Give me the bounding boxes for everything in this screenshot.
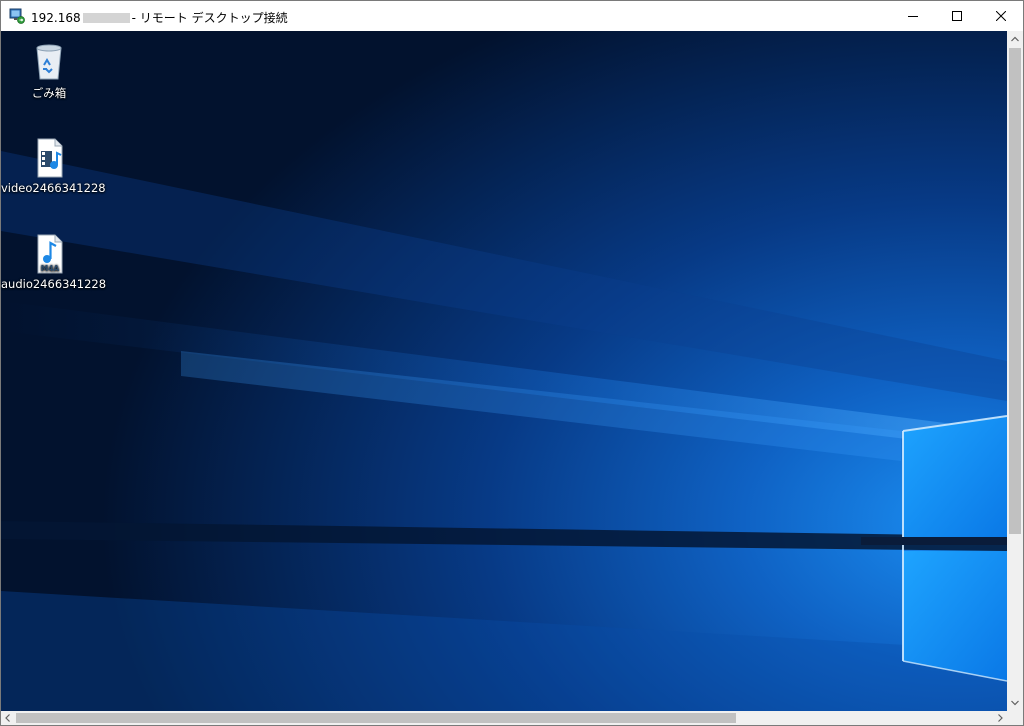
m4a-audio-file-icon: M4A — [37, 234, 63, 274]
video-file-icon — [37, 138, 63, 178]
horizontal-scrollbar[interactable] — [1, 711, 1007, 725]
scrollbar-corner — [1007, 711, 1023, 725]
redacted-address — [82, 13, 130, 23]
scroll-up-icon[interactable] — [1007, 31, 1023, 47]
remote-desktop-view[interactable]: ごみ箱 video2466341228 M4A audio2466341228 — [1, 31, 1007, 711]
desktop-icon-audio-file[interactable]: M4A audio2466341228 — [1, 231, 107, 291]
m4a-badge: M4A — [41, 264, 60, 273]
title-bar[interactable]: 192.168 - リモート デスクトップ接続 — [1, 1, 1023, 31]
scroll-right-icon[interactable] — [993, 711, 1007, 725]
desktop-icon-label: ごみ箱 — [31, 86, 67, 100]
remote-desktop-window: 192.168 - リモート デスクトップ接続 ごみ箱 video24663412… — [0, 0, 1024, 726]
recycle-bin-icon — [36, 44, 62, 80]
minimize-button[interactable] — [890, 1, 936, 31]
scroll-left-icon[interactable] — [1, 711, 15, 725]
vertical-scrollbar[interactable] — [1007, 31, 1023, 711]
desktop-icon-label: audio2466341228 — [1, 277, 107, 291]
title-host: 192.168 — [31, 11, 81, 25]
close-icon — [996, 11, 1006, 21]
horizontal-scroll-thumb[interactable] — [16, 713, 736, 723]
maximize-icon — [952, 11, 962, 21]
scroll-down-icon[interactable] — [1007, 695, 1023, 711]
vertical-scroll-thumb[interactable] — [1009, 48, 1021, 534]
desktop-icon-label: video2466341228 — [1, 181, 106, 195]
desktop-icon-recycle-bin[interactable]: ごみ箱 — [1, 39, 97, 101]
title-app-name: - リモート デスクトップ接続 — [131, 11, 288, 25]
close-button[interactable] — [978, 1, 1024, 31]
window-title: 192.168 - リモート デスクトップ接続 — [31, 9, 288, 26]
remote-desktop-app-icon[interactable] — [9, 8, 25, 24]
maximize-button[interactable] — [934, 1, 980, 31]
minimize-icon — [908, 16, 918, 17]
windows-wallpaper — [1, 31, 1007, 711]
desktop-icon-video-file[interactable]: video2466341228 — [1, 135, 106, 195]
